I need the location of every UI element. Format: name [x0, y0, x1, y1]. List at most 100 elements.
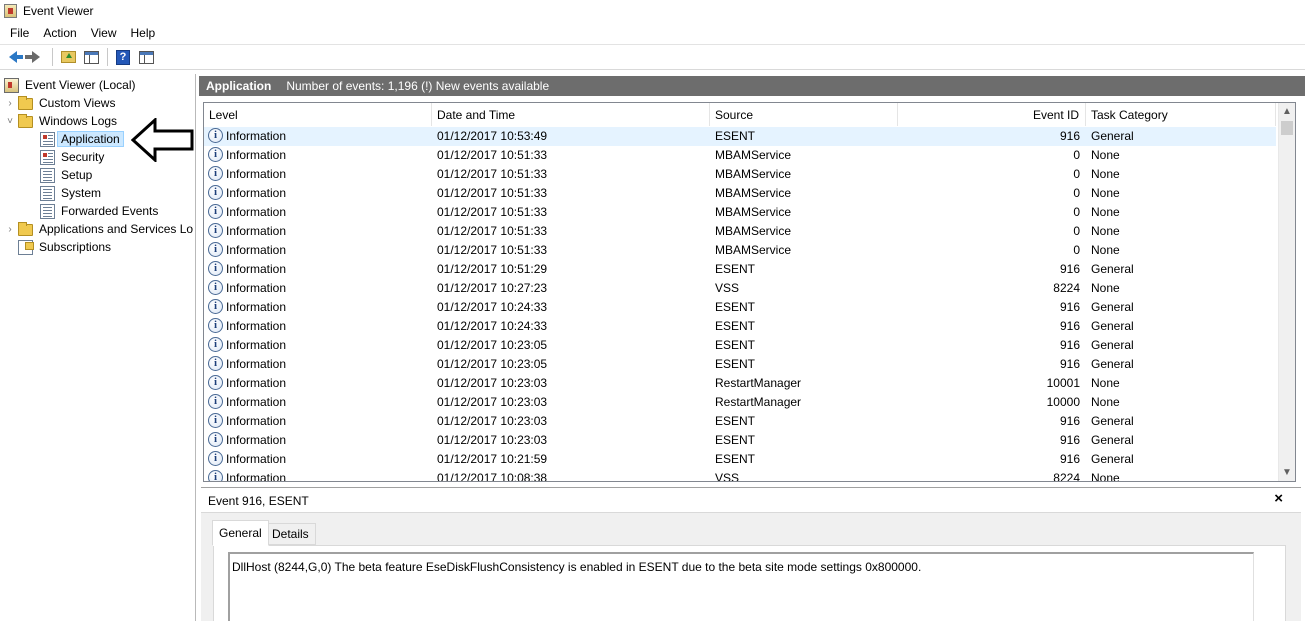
- back-button[interactable]: [2, 47, 24, 67]
- subscriptions-icon: [18, 239, 34, 255]
- cell-level: Information: [226, 395, 287, 409]
- table-row[interactable]: i Information 01/12/2017 10:27:23 VSS 8224 No…: [204, 279, 1276, 298]
- events-scrollbar[interactable]: ▲ ▼: [1278, 103, 1295, 481]
- tree-item-custom-views[interactable]: › Custom Views: [4, 94, 119, 112]
- show-hide-action-pane-button[interactable]: [135, 47, 157, 67]
- cell-event-id: 916: [1059, 338, 1080, 352]
- cell-date-time: 01/12/2017 10:51:33: [437, 186, 548, 200]
- column-header-task-category[interactable]: Task Category: [1086, 103, 1276, 126]
- table-row[interactable]: i Information 01/12/2017 10:51:33 MBAMServi…: [204, 203, 1276, 222]
- cell-date-time: 01/12/2017 10:08:38: [437, 471, 548, 482]
- cell-level: Information: [226, 281, 287, 295]
- cell-event-id: 916: [1059, 414, 1080, 428]
- close-icon[interactable]: ×: [1274, 490, 1283, 507]
- column-header-date-and-time[interactable]: Date and Time: [432, 103, 710, 126]
- menu-view[interactable]: View: [84, 23, 124, 43]
- cell-date-time: 01/12/2017 10:51:33: [437, 148, 548, 162]
- tree-item-windows-logs[interactable]: ˅ Windows Logs: [4, 112, 121, 130]
- cell-date-time: 01/12/2017 10:23:03: [437, 376, 548, 390]
- tree-item-application[interactable]: Application: [40, 130, 124, 148]
- cell-source: ESENT: [715, 433, 756, 447]
- tree-item-security[interactable]: Security: [40, 148, 108, 166]
- table-row[interactable]: i Information 01/12/2017 10:51:33 MBAMServi…: [204, 165, 1276, 184]
- scroll-down-icon[interactable]: ▼: [1279, 464, 1295, 481]
- tree-item-label: Application: [57, 131, 124, 147]
- cell-date-time: 01/12/2017 10:23:05: [437, 357, 548, 371]
- table-row[interactable]: i Information 01/12/2017 10:08:38 VSS 8224 No…: [204, 469, 1276, 482]
- table-row[interactable]: i Information 01/12/2017 10:23:05 ESENT 916 G…: [204, 355, 1276, 374]
- back-icon: [9, 51, 23, 63]
- forward-button[interactable]: [25, 47, 47, 67]
- event-viewer-app-icon: [4, 4, 17, 18]
- table-row[interactable]: i Information 01/12/2017 10:23:03 ESENT 916 G…: [204, 412, 1276, 431]
- help-button[interactable]: ?: [112, 47, 134, 67]
- cell-task-category: None: [1091, 395, 1120, 409]
- security-log-icon: [40, 149, 55, 165]
- column-header-event-id[interactable]: Event ID: [898, 103, 1086, 126]
- scroll-up-icon[interactable]: ▲: [1279, 103, 1295, 120]
- table-row[interactable]: i Information 01/12/2017 10:23:05 ESENT 916 G…: [204, 336, 1276, 355]
- information-icon: i: [208, 128, 223, 143]
- chevron-right-icon[interactable]: ›: [4, 97, 16, 109]
- information-icon: i: [208, 432, 223, 447]
- tree-item-label: Subscriptions: [39, 240, 112, 254]
- menu-bar: File Action View Help: [0, 22, 1305, 44]
- tree-item-event-viewer-local[interactable]: Event Viewer (Local): [4, 76, 140, 94]
- cell-task-category: None: [1091, 224, 1120, 238]
- information-icon: i: [208, 223, 223, 238]
- tree-item-setup[interactable]: Setup: [40, 166, 96, 184]
- cell-task-category: None: [1091, 471, 1120, 482]
- events-table[interactable]: Level Date and Time Source Event ID Task…: [203, 102, 1296, 482]
- tab-details[interactable]: Details: [265, 523, 316, 545]
- chevron-down-icon[interactable]: ˅: [4, 115, 16, 127]
- table-row[interactable]: i Information 01/12/2017 10:23:03 RestartMa…: [204, 374, 1276, 393]
- cell-event-id: 916: [1059, 357, 1080, 371]
- tree-item-label: Windows Logs: [39, 114, 118, 128]
- tree-item-system[interactable]: System: [40, 184, 105, 202]
- menu-help[interactable]: Help: [124, 23, 163, 43]
- table-row[interactable]: i Information 01/12/2017 10:23:03 ESENT 916 G…: [204, 431, 1276, 450]
- table-row[interactable]: i Information 01/12/2017 10:21:59 ESENT 916 G…: [204, 450, 1276, 469]
- cell-task-category: None: [1091, 167, 1120, 181]
- information-icon: i: [208, 375, 223, 390]
- scroll-thumb[interactable]: [1281, 121, 1293, 135]
- menu-action[interactable]: Action: [36, 23, 83, 43]
- tree-item-forwarded-events[interactable]: Forwarded Events: [40, 202, 162, 220]
- chevron-right-icon[interactable]: ›: [4, 223, 16, 235]
- forward-icon: [25, 51, 40, 63]
- cell-source: MBAMService: [715, 186, 792, 200]
- show-hide-console-tree-button[interactable]: [80, 47, 102, 67]
- table-row[interactable]: i Information 01/12/2017 10:51:33 MBAMServi…: [204, 184, 1276, 203]
- table-row[interactable]: i Information 01/12/2017 10:51:33 MBAMServi…: [204, 241, 1276, 260]
- event-message[interactable]: DllHost (8244,G,0) The beta feature EseD…: [228, 552, 1254, 621]
- information-icon: i: [208, 185, 223, 200]
- table-row[interactable]: i Information 01/12/2017 10:53:49 ESENT 916 G…: [204, 127, 1276, 146]
- column-header-level[interactable]: Level: [204, 103, 432, 126]
- column-header-source[interactable]: Source: [710, 103, 898, 126]
- cell-level: Information: [226, 414, 287, 428]
- cell-level: Information: [226, 433, 287, 447]
- table-row[interactable]: i Information 01/12/2017 10:51:33 MBAMServi…: [204, 146, 1276, 165]
- table-row[interactable]: i Information 01/12/2017 10:24:33 ESENT 916 G…: [204, 298, 1276, 317]
- tree-item-applications-and-services-logs[interactable]: › Applications and Services Lo: [4, 220, 195, 238]
- cell-task-category: General: [1091, 129, 1134, 143]
- cell-event-id: 0: [1073, 167, 1080, 181]
- tab-general[interactable]: General: [212, 520, 269, 546]
- table-row[interactable]: i Information 01/12/2017 10:23:03 RestartMa…: [204, 393, 1276, 412]
- tree-item-subscriptions[interactable]: Subscriptions: [18, 238, 115, 256]
- cell-event-id: 10000: [1046, 395, 1080, 409]
- menu-file[interactable]: File: [3, 23, 36, 43]
- toolbar: ?: [0, 44, 1305, 70]
- table-row[interactable]: i Information 01/12/2017 10:51:29 ESENT 916 G…: [204, 260, 1276, 279]
- table-row[interactable]: i Information 01/12/2017 10:51:33 MBAMServi…: [204, 222, 1276, 241]
- information-icon: i: [208, 470, 223, 481]
- up-one-level-button[interactable]: [57, 47, 79, 67]
- information-icon: i: [208, 299, 223, 314]
- cell-level: Information: [226, 471, 287, 482]
- cell-level: Information: [226, 357, 287, 371]
- information-icon: i: [208, 318, 223, 333]
- table-row[interactable]: i Information 01/12/2017 10:24:33 ESENT 916 G…: [204, 317, 1276, 336]
- cell-source: VSS: [715, 471, 740, 482]
- cell-date-time: 01/12/2017 10:51:33: [437, 167, 548, 181]
- cell-date-time: 01/12/2017 10:24:33: [437, 300, 548, 314]
